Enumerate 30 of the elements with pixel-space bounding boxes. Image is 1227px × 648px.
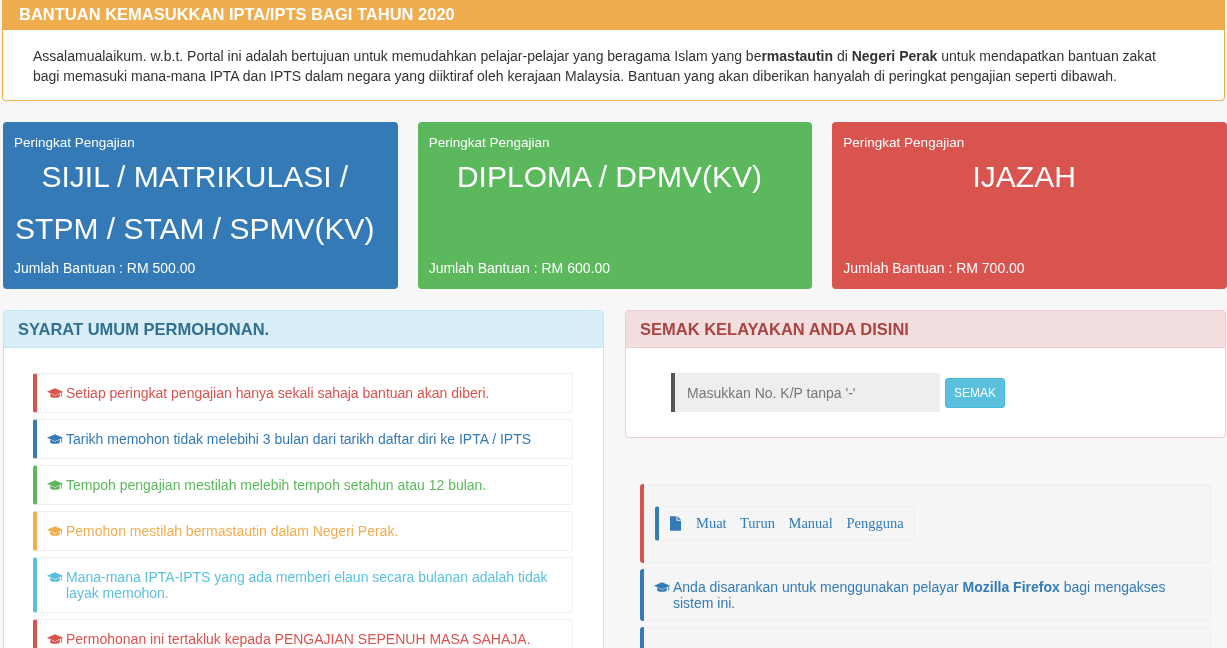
graduation-cap-icon [654,582,670,593]
study-level: IJAZAH [971,159,1077,195]
manual-download-link[interactable]: Muat Turun Manual Pengguna [655,506,915,541]
study-level: DIPLOMA / DPMV(KV) [455,159,763,195]
requirement-text: Setiap peringkat pengajian hanya sekali sahaja bantuan akan diberi. [66,385,491,401]
aid-amount: Jumlah Bantuan : RM 600.00 [428,259,610,277]
ic-number-field[interactable]: Masukkan No. K/P tanpa '-' [671,373,940,412]
intro-text: Assalamualaikum. w.b.t. Portal ini adalah bertujuan untuk memudahkan pelajar-pelajar yang beragama Islam yang bermastautin di Negeri Perak untuk mendapatkan bantuan zakat bagi memasuki mana-mana IPTA dan IPTS dalam negara yang diiktiraf oleh kerajaan Malaysia. Bantuan yang akan diberikan hanyalah di peringkat pengajian seperti dibawah. [32,47,1157,86]
requirement-text: Permohonan ini tertakluk kepada PENGAJIAN SEPENUH MASA SAHAJA. [66,631,532,647]
graduation-cap-icon [47,572,63,583]
panel-title: SEMAK KELAYAKAN ANDA DISINI [626,311,1225,348]
graduation-cap-icon [47,526,63,537]
requirement-text: Mana-mana IPTA-IPTS yang ada memberi elaun secara bulanan adalah tidak layak memohon. [66,569,549,601]
graduation-cap-icon [47,480,63,491]
aid-amount: Jumlah Bantuan : RM 500.00 [14,259,196,277]
card-label: Peringkat Pengajian [428,135,550,151]
graduation-cap-icon [47,634,63,645]
requirement-text: Tarikh memohon tidak melebihi 3 bulan dari tarikh daftar diri ke IPTA / IPTS [66,431,533,447]
notice-text: Anda disarankan untuk menggunakan pelayar Mozilla Firefox bagi mengakses sistem ini. [673,579,1167,611]
file-icon [670,516,681,531]
graduation-cap-icon [47,388,63,399]
study-level: SIJIL / MATRIKULASI / STPM / STAM / SPMV(KV) [14,159,376,247]
panel-title: SYARAT UMUM PERMOHONAN. [4,311,603,348]
card-label: Peringkat Pengajian [843,135,965,151]
intro-title: BANTUAN KEMASUKKAN IPTA/IPTS BAGI TAHUN 2020 [3,0,1224,30]
requirement-text: Tempoh pengajian mestilah melebih tempoh setahun atau 12 bulan. [66,477,488,493]
graduation-cap-icon [47,434,63,445]
requirement-text: Pemohon mestilah bermastautin dalam Negeri Perak. [66,523,400,539]
aid-amount: Jumlah Bantuan : RM 700.00 [843,259,1025,277]
card-label: Peringkat Pengajian [14,135,135,151]
